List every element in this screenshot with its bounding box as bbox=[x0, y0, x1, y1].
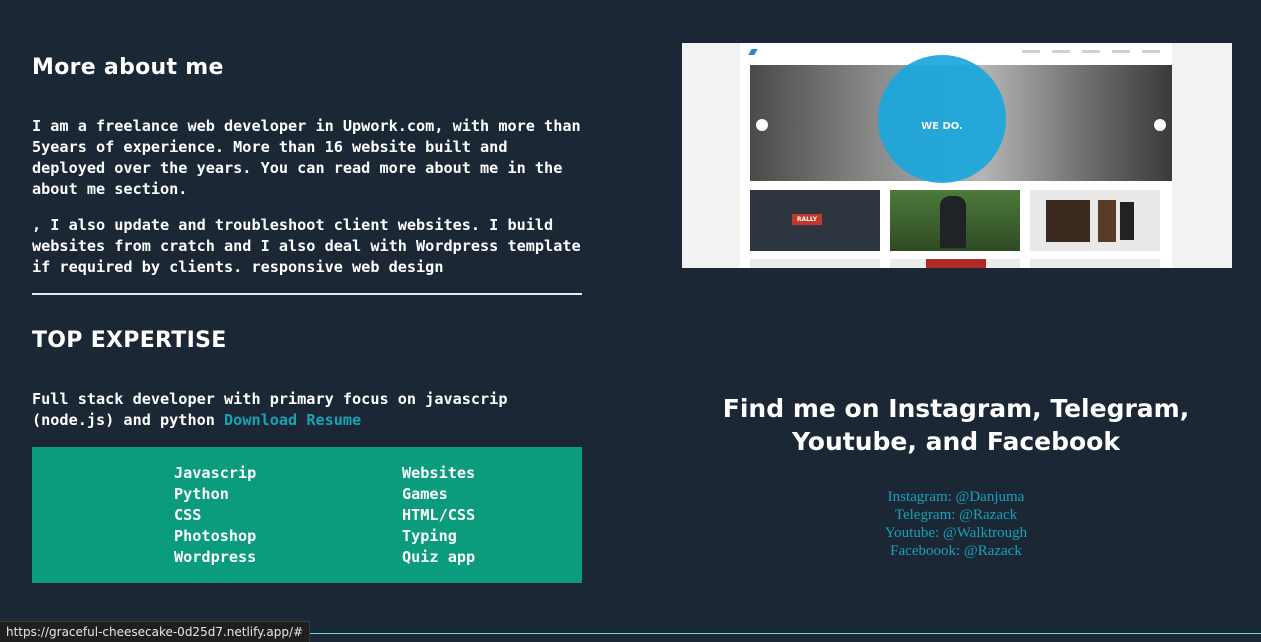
facebook-link[interactable]: Faceboook: @Razack bbox=[706, 542, 1206, 560]
browser-status-url: https://graceful-cheesecake-0d25d7.netli… bbox=[0, 621, 311, 642]
skill-item: Websites bbox=[402, 464, 476, 482]
expertise-description: Full stack developer with primary focus … bbox=[32, 389, 584, 431]
telegram-link[interactable]: Telegram: @Razack bbox=[706, 506, 1206, 524]
skill-item: Games bbox=[402, 485, 448, 503]
preview-tile-tag: RALLY bbox=[792, 214, 822, 225]
skill-item: Typing bbox=[402, 527, 457, 545]
website-preview-image: WE DO. RALLY bbox=[682, 43, 1232, 268]
preview-tile-row2 bbox=[1030, 259, 1160, 268]
skill-item: CSS bbox=[174, 506, 202, 524]
skills-box: Javascrip Python CSS Photoshop Wordpress… bbox=[32, 447, 582, 583]
preview-logo-icon bbox=[748, 49, 764, 55]
about-paragraph-2: , I also update and troubleshoot client … bbox=[32, 216, 581, 276]
section-divider bbox=[32, 293, 582, 295]
instagram-link[interactable]: Instagram: @Danjuma bbox=[706, 488, 1206, 506]
skill-item: Photoshop bbox=[174, 527, 257, 545]
preview-tile-person bbox=[890, 190, 1020, 251]
preview-hero-text: WE DO. bbox=[921, 121, 963, 132]
download-resume-link[interactable]: Download Resume bbox=[224, 411, 361, 429]
preview-hero: WE DO. bbox=[750, 55, 1172, 183]
expertise-title: TOP EXPERTISE bbox=[32, 328, 227, 353]
skill-item: Wordpress bbox=[174, 548, 257, 566]
preview-hero-circle: WE DO. bbox=[878, 55, 1006, 183]
skill-item: HTML/CSS bbox=[402, 506, 476, 524]
social-links: Instagram: @Danjuma Telegram: @Razack Yo… bbox=[706, 488, 1206, 560]
skills-column-left: Javascrip Python CSS Photoshop Wordpress bbox=[174, 463, 256, 568]
skill-item: Javascrip bbox=[174, 464, 257, 482]
preview-tile-books bbox=[1030, 190, 1160, 251]
preview-page: WE DO. RALLY bbox=[740, 43, 1172, 268]
preview-tile-label: RALLY bbox=[796, 216, 818, 223]
preview-nav bbox=[1022, 50, 1160, 53]
preview-tile-rally: RALLY bbox=[750, 190, 880, 251]
about-paragraph-1: I am a freelance web developer in Upwork… bbox=[32, 117, 581, 198]
skill-item: Quiz app bbox=[402, 548, 476, 566]
skills-column-right: Websites Games HTML/CSS Typing Quiz app bbox=[402, 463, 475, 568]
preview-arrow-left-icon bbox=[756, 119, 768, 131]
footer-line bbox=[270, 633, 1261, 634]
skill-item: Python bbox=[174, 485, 229, 503]
about-title: More about me bbox=[32, 55, 224, 80]
preview-tile-row2 bbox=[750, 259, 880, 268]
preview-arrow-right-icon bbox=[1154, 119, 1166, 131]
youtube-link[interactable]: Youtube: @Walktrough bbox=[706, 524, 1206, 542]
find-me-title: Find me on Instagram, Telegram, Youtube,… bbox=[722, 394, 1190, 456]
preview-tile-row2 bbox=[890, 259, 1020, 268]
